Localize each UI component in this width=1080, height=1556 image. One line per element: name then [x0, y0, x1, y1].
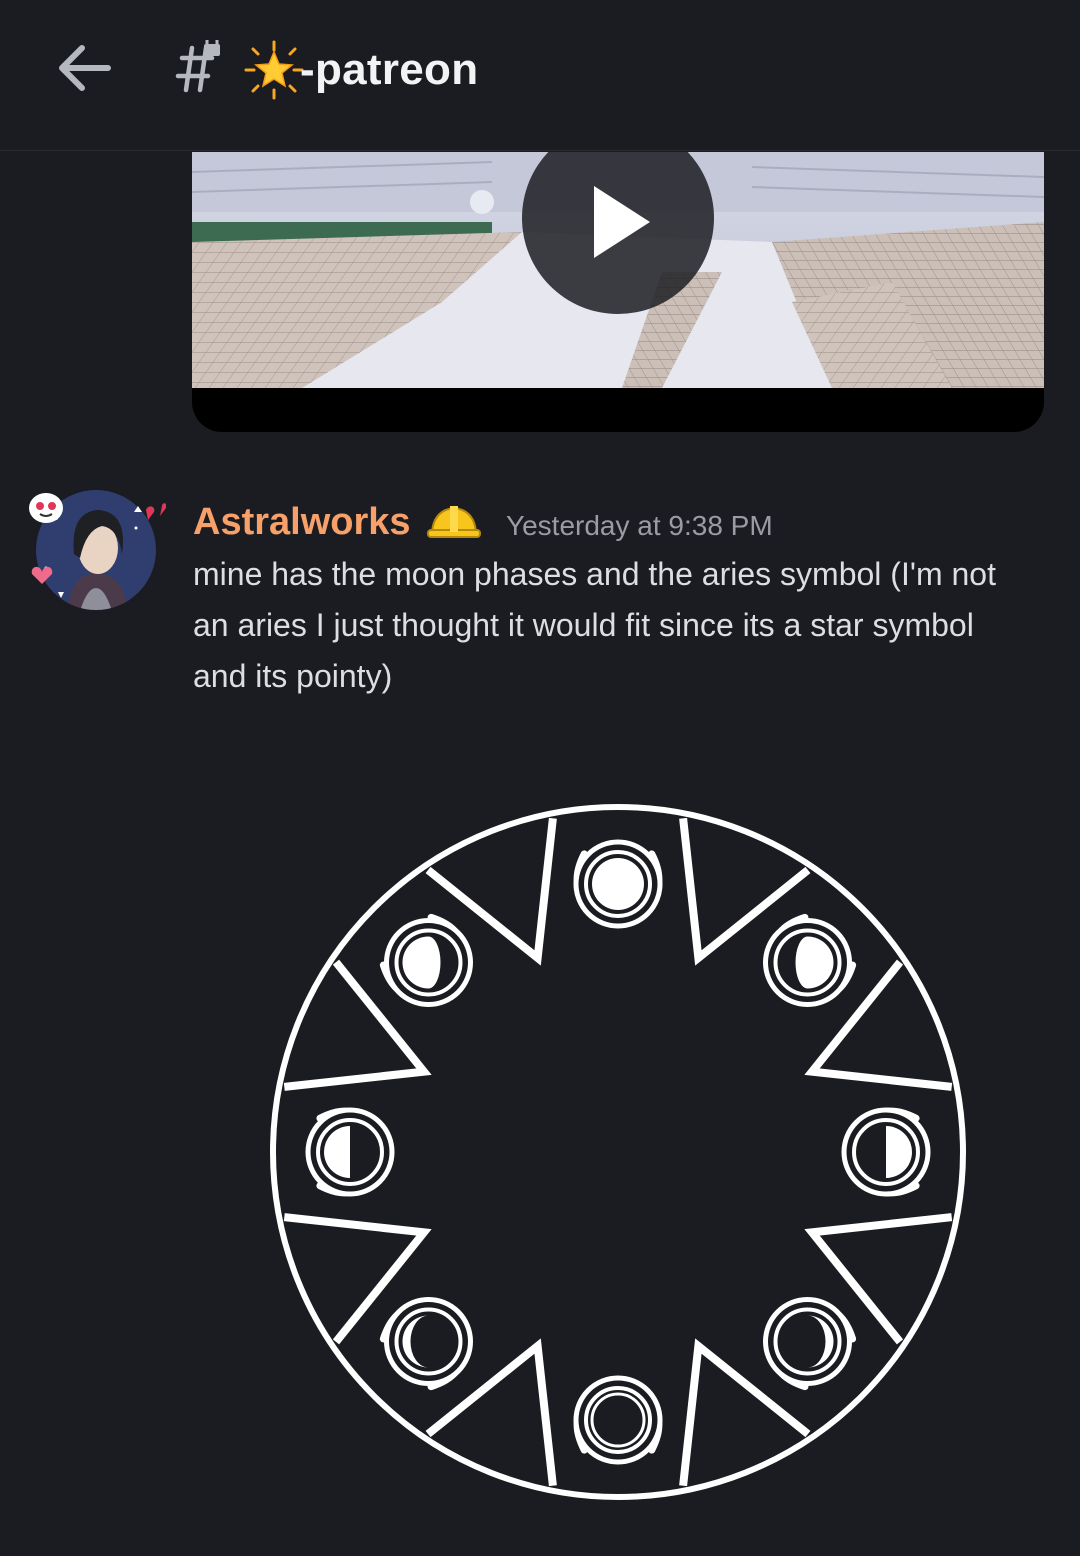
moon-phase-icon [763, 917, 853, 1007]
heart-eyes-emoji-icon [29, 493, 63, 523]
glowing-star-icon [244, 40, 304, 100]
moon-phase-icon [383, 1297, 473, 1387]
hardhat-icon [427, 506, 481, 538]
username[interactable]: Astralworks [193, 498, 411, 546]
avatar[interactable] [26, 488, 166, 618]
locked-channel-hash-icon [175, 40, 220, 93]
moon-phase-icon [573, 1375, 663, 1465]
message-body: mine has the moon phases and the aries s… [193, 556, 996, 694]
back-arrow-icon[interactable] [52, 36, 116, 100]
moon-phase-icon [841, 1107, 931, 1197]
channel-name[interactable]: -patreon [300, 42, 478, 98]
play-icon [594, 186, 650, 258]
channel-header: -patreon [0, 0, 1080, 151]
moon-phase-icon [305, 1107, 395, 1197]
message-timestamp: Yesterday at 9:38 PM [506, 510, 773, 541]
moon-phase-icon [383, 917, 473, 1007]
moon-phase-icon [763, 1297, 853, 1387]
moon-phase-icon [573, 839, 663, 929]
moon-phase-ring-image[interactable] [192, 736, 1044, 1556]
video-embed[interactable] [192, 152, 1044, 432]
